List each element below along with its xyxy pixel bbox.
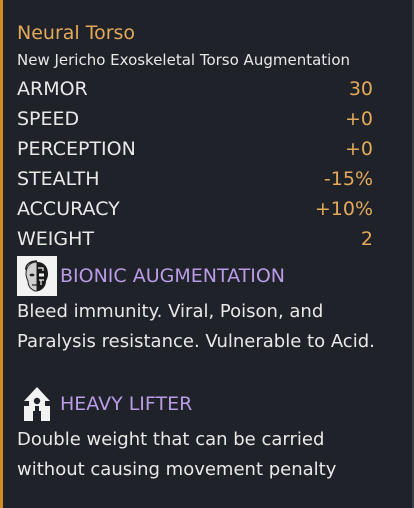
stat-row-weight: WEIGHT 2 bbox=[17, 224, 373, 254]
item-tooltip: Neural Torso New Jericho Exoskeletal Tor… bbox=[0, 0, 414, 508]
heavy-lifter-icon bbox=[24, 387, 50, 421]
bionic-head-icon bbox=[17, 256, 57, 296]
stats-list: ARMOR 30 SPEED +0 PERCEPTION +0 STEALTH … bbox=[17, 74, 373, 254]
item-subtitle: New Jericho Exoskeletal Torso Augmentati… bbox=[17, 51, 351, 69]
perk-title: HEAVY LIFTER bbox=[60, 393, 193, 415]
perk-header: BIONIC AUGMENTATION bbox=[17, 256, 407, 296]
stat-label: STEALTH bbox=[17, 168, 100, 190]
stat-label: WEIGHT bbox=[17, 228, 95, 250]
stat-row-speed: SPEED +0 bbox=[17, 104, 373, 134]
stat-value: +10% bbox=[314, 198, 373, 220]
stat-label: ARMOR bbox=[17, 78, 88, 100]
perk-title: BIONIC AUGMENTATION bbox=[60, 265, 285, 287]
stat-row-armor: ARMOR 30 bbox=[17, 74, 373, 104]
stat-value: -15% bbox=[323, 168, 373, 190]
stat-label: SPEED bbox=[17, 108, 80, 130]
perk-heavy-lifter: HEAVY LIFTER Double weight that can be c… bbox=[17, 384, 407, 485]
stat-value: +0 bbox=[344, 138, 373, 160]
stat-label: PERCEPTION bbox=[17, 138, 136, 160]
perk-description: Double weight that can be carried withou… bbox=[17, 429, 337, 480]
perk-header: HEAVY LIFTER bbox=[17, 384, 407, 424]
stat-value: 30 bbox=[348, 78, 373, 100]
item-name: Neural Torso bbox=[17, 22, 136, 44]
stat-value: 2 bbox=[360, 228, 373, 250]
stat-label: ACCURACY bbox=[17, 198, 120, 220]
stat-row-accuracy: ACCURACY +10% bbox=[17, 194, 373, 224]
perk-bionic-augmentation: BIONIC AUGMENTATION Bleed immunity. Vira… bbox=[17, 256, 407, 357]
perk-description: Bleed immunity. Viral, Poison, and Paral… bbox=[17, 301, 375, 352]
stat-row-stealth: STEALTH -15% bbox=[17, 164, 373, 194]
stat-value: +0 bbox=[344, 108, 373, 130]
stat-row-perception: PERCEPTION +0 bbox=[17, 134, 373, 164]
